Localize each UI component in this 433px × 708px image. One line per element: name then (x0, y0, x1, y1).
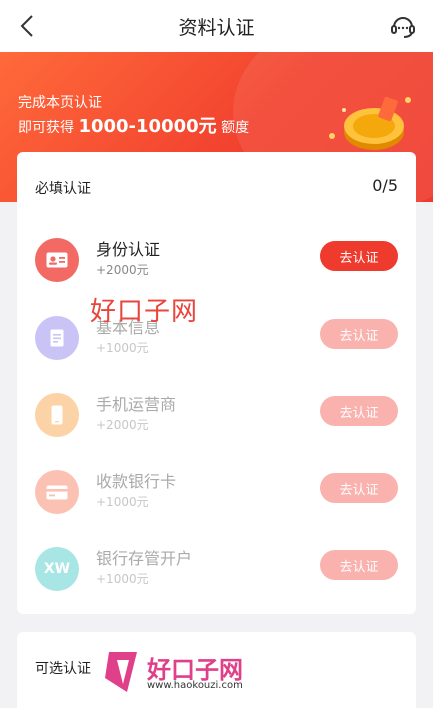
banner-prefix: 即可获得 (18, 120, 74, 136)
item-bonus: +1000元 (96, 495, 149, 509)
banner-line2: 即可获得 1000-10000元 额度 (18, 112, 249, 138)
item-name: 银行存管开户 (96, 549, 193, 568)
verify-button[interactable]: 去认证 (320, 241, 398, 271)
watermark-text: 好口子网 (90, 297, 199, 327)
item-bonus: +1000元 (96, 341, 149, 355)
required-verification-card: 必填认证 0/5 身份认证 +2000元 去认证 基本信息 +1000元 去认证… (17, 152, 416, 614)
verification-item-bank-custody[interactable]: XW 银行存管开户 +1000元 去认证 (17, 537, 416, 607)
item-name: 收款银行卡 (96, 472, 177, 491)
bank-card-icon (35, 470, 79, 514)
verify-button[interactable]: 去认证 (320, 550, 398, 580)
optional-heading: 可选认证 (35, 661, 91, 677)
coin-icon (329, 96, 411, 150)
item-bonus: +1000元 (96, 572, 149, 586)
phone-icon (35, 393, 79, 437)
watermark-logo-icon (105, 652, 137, 692)
verify-button[interactable]: 去认证 (320, 473, 398, 503)
item-bonus: +2000元 (96, 418, 149, 432)
verify-button[interactable]: 去认证 (320, 319, 398, 349)
id-card-icon (35, 238, 79, 282)
navigation-bar: 资料认证 (0, 0, 433, 52)
page-title: 资料认证 (178, 17, 255, 39)
item-name: 手机运营商 (96, 395, 177, 414)
required-heading: 必填认证 (35, 181, 91, 197)
customer-service-icon[interactable] (389, 12, 417, 40)
xw-bank-icon: XW (35, 547, 79, 591)
watermark-url: www.haokouzi.com (147, 680, 243, 691)
verification-item-bank-card[interactable]: 收款银行卡 +1000元 去认证 (17, 460, 416, 530)
item-bonus: +2000元 (96, 263, 149, 277)
verification-item-carrier[interactable]: 手机运营商 +2000元 去认证 (17, 383, 416, 453)
xw-bank-icon-text: XW (43, 561, 71, 577)
verification-item-basic-info[interactable]: 基本信息 +1000元 去认证 (17, 306, 416, 376)
banner-amount: 1000-10000元 (78, 116, 217, 137)
banner-line1: 完成本页认证 (18, 95, 102, 111)
banner-suffix: 额度 (221, 120, 250, 136)
document-icon (35, 316, 79, 360)
verification-item-identity[interactable]: 身份认证 +2000元 去认证 (17, 228, 416, 298)
item-name: 身份认证 (96, 240, 161, 259)
verify-button[interactable]: 去认证 (320, 396, 398, 426)
watermark-logo: 好口子网 www.haokouzi.com (103, 648, 263, 696)
progress-count: 0/5 (372, 176, 398, 195)
